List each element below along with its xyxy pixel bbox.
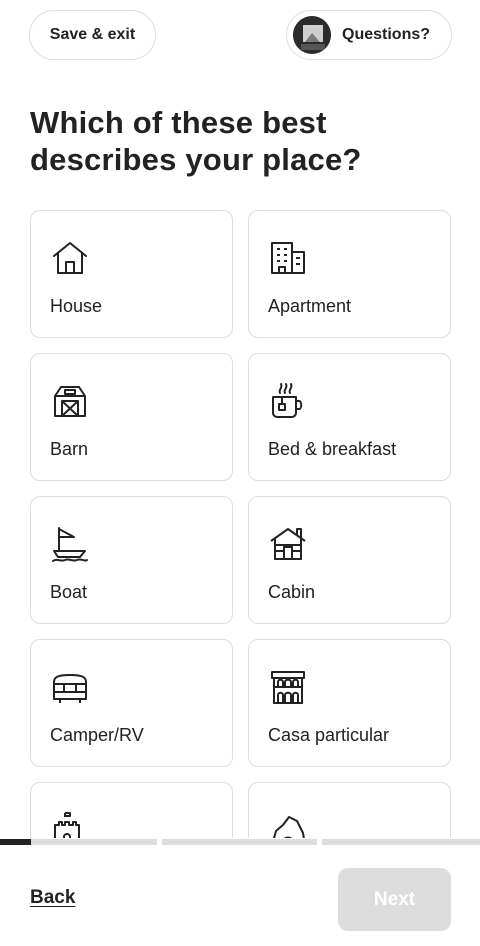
save-exit-button[interactable]: Save & exit <box>29 10 156 60</box>
option-label: Apartment <box>268 296 352 316</box>
option-castle[interactable] <box>30 782 233 838</box>
avatar <box>293 16 331 54</box>
option-label: House <box>50 296 103 316</box>
casa-particular-icon <box>269 668 307 706</box>
option-camper[interactable]: Camper/RV <box>30 639 233 767</box>
option-house[interactable]: House <box>30 210 233 338</box>
progress-segment-3 <box>322 839 480 845</box>
bed-breakfast-icon <box>269 382 307 420</box>
page-title: Which of these best describes your place… <box>30 105 362 177</box>
property-type-grid: House Apartment Barn Bed & breakfast Boa… <box>0 200 480 838</box>
boat-icon <box>51 525 89 563</box>
apartment-icon <box>269 239 307 277</box>
castle-icon <box>51 811 89 838</box>
progress-bar <box>0 838 480 846</box>
barn-icon <box>51 382 89 420</box>
option-cave[interactable] <box>248 782 451 838</box>
progress-segment-1 <box>0 839 157 845</box>
back-button[interactable]: Back <box>30 887 75 909</box>
option-barn[interactable]: Barn <box>30 353 233 481</box>
cabin-icon <box>269 525 307 563</box>
option-label: Cabin <box>268 582 316 602</box>
option-casa-particular[interactable]: Casa particular <box>248 639 451 767</box>
option-label: Bed & breakfast <box>268 439 397 459</box>
option-label: Boat <box>50 582 88 602</box>
next-label: Next <box>373 888 416 910</box>
questions-button[interactable]: Questions? <box>286 10 452 60</box>
progress-segment-2 <box>162 839 317 845</box>
option-label: Camper/RV <box>50 725 144 745</box>
save-exit-label: Save & exit <box>49 26 136 43</box>
option-boat[interactable]: Boat <box>30 496 233 624</box>
next-button[interactable]: Next <box>338 868 451 931</box>
progress-fill <box>0 839 32 845</box>
option-apartment[interactable]: Apartment <box>248 210 451 338</box>
questions-label: Questions? <box>342 26 431 43</box>
house-icon <box>51 239 89 277</box>
camper-icon <box>51 668 89 706</box>
option-label: Barn <box>50 439 89 459</box>
option-bed-breakfast[interactable]: Bed & breakfast <box>248 353 451 481</box>
option-cabin[interactable]: Cabin <box>248 496 451 624</box>
top-bar: Save & exit Questions? <box>0 0 480 70</box>
option-label: Casa particular <box>268 725 390 745</box>
cave-icon <box>269 811 307 838</box>
